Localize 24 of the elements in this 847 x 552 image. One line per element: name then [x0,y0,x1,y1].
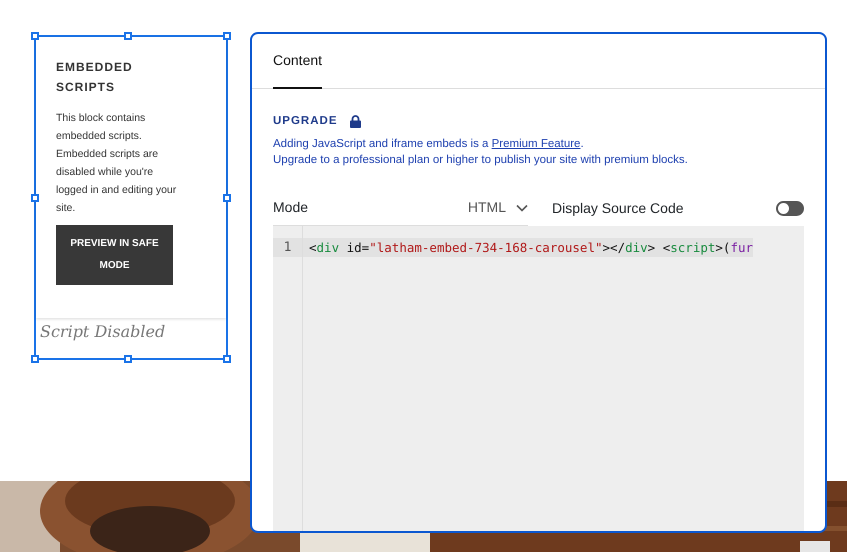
resize-handle[interactable] [31,32,39,40]
upgrade-message: Adding JavaScript and iframe embeds is a Premium Feature. Upgrade to a professional plan or higher to publish your site with premium blocks. [273,137,689,168]
resize-handle[interactable] [124,355,132,363]
resize-handle[interactable] [124,32,132,40]
resize-handle[interactable] [223,355,231,363]
premium-feature-link[interactable]: Premium Feature [492,138,580,150]
mode-label: Mode [273,198,308,218]
chevron-down-icon [516,204,528,212]
content-tab[interactable]: Content [273,34,322,89]
resize-handle[interactable] [31,194,39,202]
resize-handle[interactable] [223,32,231,40]
line-number: 1 [273,238,302,258]
resize-handle[interactable] [223,194,231,202]
selection-frame[interactable]: EMBEDDED SCRIPTS This block contains embedded scripts. Embedded scripts are disabled while you're logged in and editing your site. PREVIEW IN SAFE MODE Script Disabled [34,35,228,360]
block-caption: Script Disabled [40,321,166,343]
upgrade-label: UPGRADE [273,114,338,129]
resize-handle[interactable] [31,355,39,363]
block-title: EMBEDDED SCRIPTS [56,59,134,96]
code-editor[interactable]: 1 <div id="latham-embed-734-168-carousel"></div> <script>(fur [273,226,804,531]
lock-icon [350,115,361,128]
preview-button[interactable]: PREVIEW IN SAFE MODE [56,225,173,285]
block-description: This block contains embedded scripts. Embedded scripts are disabled while you're logged in and editing your site. [56,111,178,216]
display-source-label: Display Source Code [552,198,684,218]
display-source-toggle[interactable] [776,200,804,216]
